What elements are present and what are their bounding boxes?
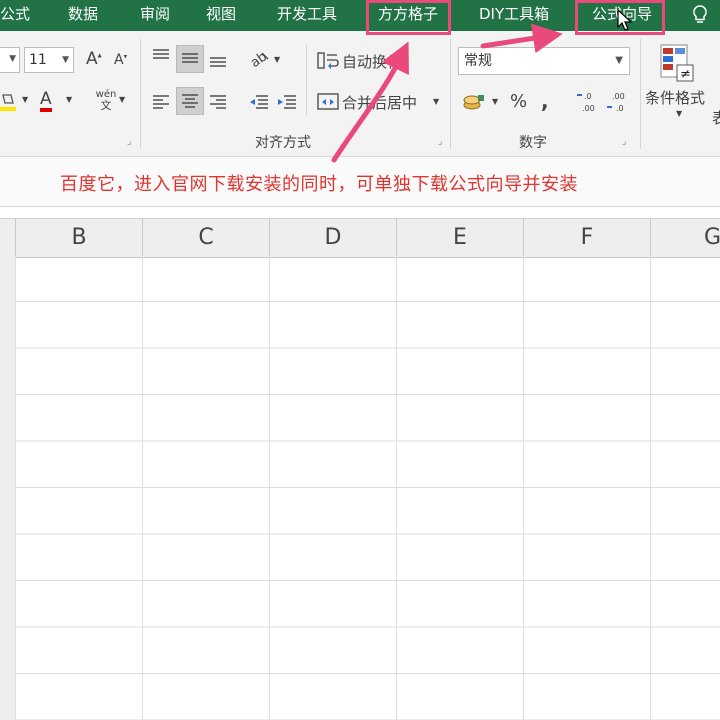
annotation-arrows bbox=[331, 23, 563, 163]
mouse-cursor-icon bbox=[617, 9, 633, 31]
